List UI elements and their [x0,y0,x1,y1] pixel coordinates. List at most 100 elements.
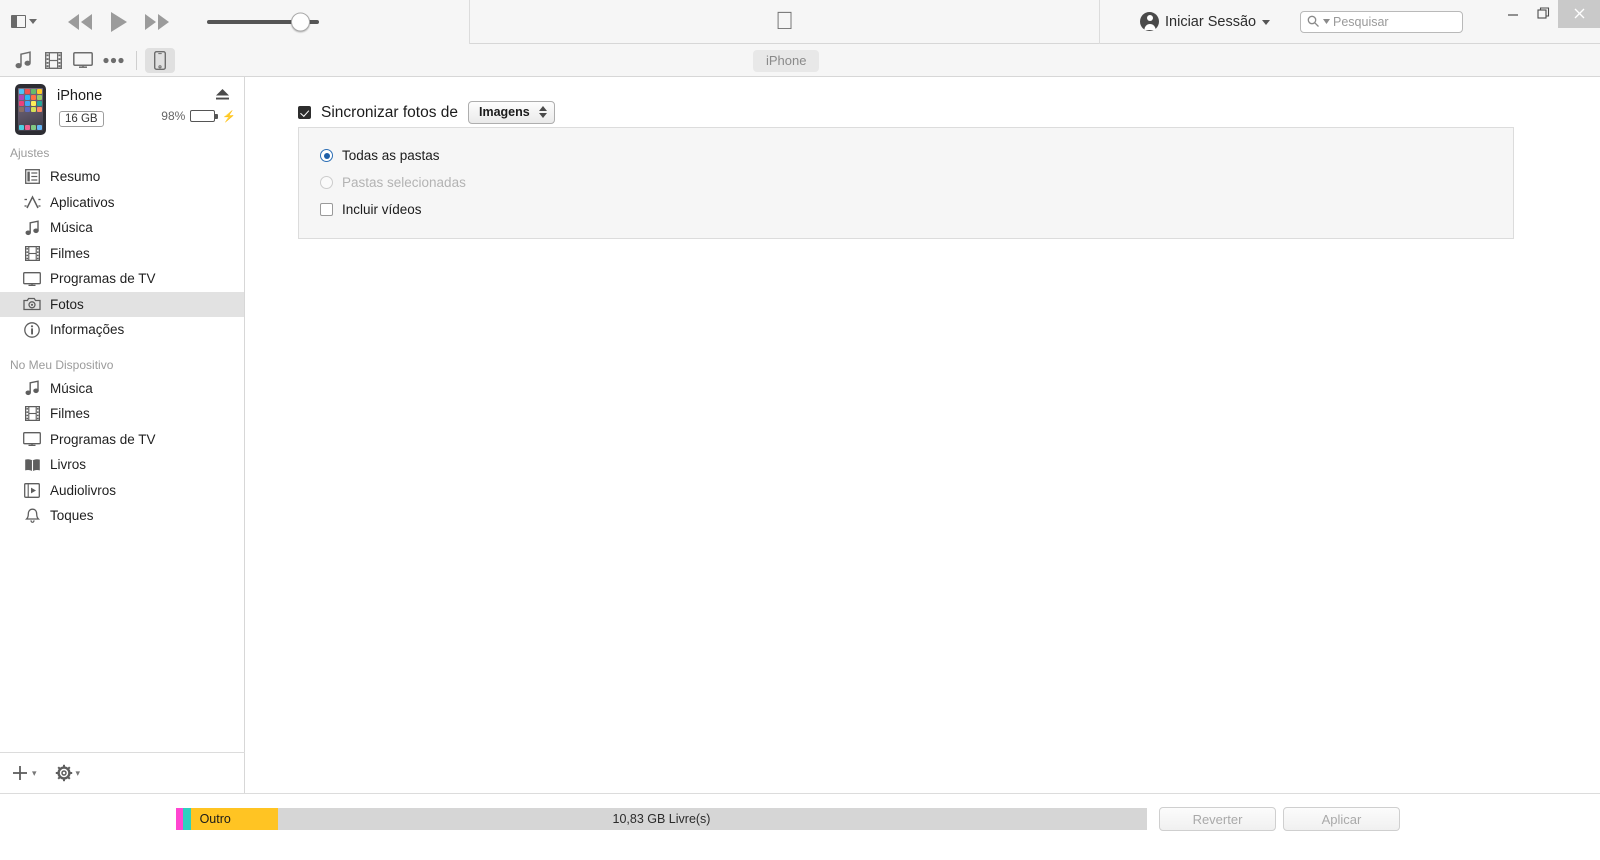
sync-photos-label: Sincronizar fotos de [321,103,458,121]
sidebar-group-ajustes: Ajustes Resumo Aplicativos Música Filmes… [0,139,244,343]
film-icon [23,406,41,422]
sidebar-toggle-glyph [11,15,26,28]
capacity-segment-photos[interactable] [176,808,184,830]
sidebar-item-filmes-ajustes[interactable]: Filmes [0,241,244,267]
tv-icon[interactable] [68,48,98,73]
transport-controls [67,11,170,32]
battery-icon [190,110,218,122]
capacity-segment-other[interactable]: Outro [190,808,278,830]
sidebar-item-resumo[interactable]: Resumo [0,164,244,190]
chevron-down-icon: ▾ [75,767,81,778]
media-nav-bar: iPhone [0,44,1600,77]
option-todas-as-pastas[interactable]: Todas as pastas [299,142,1513,169]
sidebar-item-label: Aplicativos [50,194,115,210]
sidebar-toggle-icon[interactable] [8,13,40,30]
sidebar-item-informacoes[interactable]: Informações [0,317,244,343]
camera-icon [23,297,41,311]
sidebar-item-label: Filmes [50,245,90,261]
sidebar-item-label: Toques [50,508,94,524]
chevron-down-icon: ▾ [32,767,37,778]
revert-button[interactable]: Reverter [1159,807,1276,831]
close-button[interactable] [1558,0,1600,28]
device-tab-iphone[interactable]: iPhone [753,50,820,72]
volume-slider[interactable] [207,11,367,33]
iphone-device-icon[interactable] [145,47,175,73]
device-home-screen [18,88,43,131]
bell-icon [23,508,41,524]
option-incluir-videos[interactable]: Incluir vídeos [299,196,1513,223]
film-icon [23,245,41,261]
sync-photos-row: Sincronizar fotos de Imagens [298,101,555,124]
music-note-icon [23,220,41,236]
apply-button[interactable]: Aplicar [1283,807,1400,831]
sidebar-item-label: Música [50,380,93,396]
sidebar-item-label: Filmes [50,406,90,422]
tv-monitor-icon [23,271,41,286]
device-header: iPhone 16 GB 98% ⚡ [0,77,244,139]
volume-knob[interactable] [291,12,310,31]
device-name: iPhone [57,88,103,104]
sync-options-panel: Todas as pastas Pastas selecionadas Incl… [298,127,1514,239]
search-input[interactable]: Pesquisar [1300,10,1463,33]
sidebar-item-label: Informações [50,322,125,338]
free-space-label: 10,83 GB Livre(s) [612,812,711,826]
music-note-icon [23,380,41,396]
sidebar-group-no-meu-dispositivo: No Meu Dispositivo Música Filmes Program… [0,351,244,529]
title-bar-center:  [470,0,1100,44]
music-icon[interactable] [8,48,38,73]
window-controls [1498,0,1600,28]
minimize-button[interactable] [1498,0,1528,28]
itunes-window:  Iniciar Sessão Pesquisar [0,0,1600,860]
media-type-buttons [8,47,175,73]
option-label: Todas as pastas [342,148,440,163]
tv-monitor-icon [23,432,41,447]
sidebar-item-programas-tv-device[interactable]: Programas de TV [0,427,244,453]
sidebar-item-programas-tv-ajustes[interactable]: Programas de TV [0,266,244,292]
books-icon [23,458,41,472]
sidebar-item-toques[interactable]: Toques [0,503,244,529]
chevron-down-icon [1262,20,1271,25]
sidebar-item-audiolivros[interactable]: Audiolivros [0,478,244,504]
info-circle-icon [23,321,41,338]
capacity-bar: Outro 10,83 GB Livre(s) [176,808,1147,830]
sidebar-item-label: Livros [50,457,87,473]
eject-icon[interactable] [215,88,230,106]
main-content: Sincronizar fotos de Imagens Todas as pa… [246,77,1600,793]
photo-source-dropdown[interactable]: Imagens [468,101,555,124]
sidebar-item-fotos[interactable]: Fotos [0,291,244,317]
sign-in-button[interactable]: Iniciar Sessão [1140,12,1271,31]
rewind-icon[interactable] [67,13,93,30]
sidebar-item-musica-device[interactable]: Música [0,376,244,402]
sidebar-item-label: Resumo [50,169,101,185]
checkbox-include-videos[interactable] [320,203,333,216]
audiobook-icon [23,482,41,498]
sidebar-item-aplicativos[interactable]: Aplicativos [0,190,244,216]
sync-photos-checkbox[interactable] [298,106,311,119]
sidebar-item-filmes-device[interactable]: Filmes [0,401,244,427]
sidebar-item-label: Fotos [50,296,84,312]
plus-icon[interactable]: ▾ [11,764,37,782]
divider [136,50,137,70]
device-thumbnail [15,84,46,135]
capacity-segment-apps[interactable] [183,808,191,830]
restore-button[interactable] [1528,0,1558,28]
title-bar:  Iniciar Sessão Pesquisar [0,0,1600,44]
battery-indicator: 98% ⚡ [161,109,236,123]
radio-selected-folders [320,176,333,189]
sidebar-item-livros[interactable]: Livros [0,452,244,478]
photo-source-value: Imagens [479,105,530,119]
sidebar-item-label: Programas de TV [50,431,156,447]
sign-in-label: Iniciar Sessão [1165,13,1257,30]
device-capacity-badge: 16 GB [59,111,104,127]
fast-forward-icon[interactable] [144,13,170,30]
search-placeholder: Pesquisar [1333,14,1389,29]
charging-bolt-icon: ⚡ [222,110,236,123]
sidebar-item-musica-ajustes[interactable]: Música [0,215,244,241]
apps-icon [23,195,41,210]
gear-icon[interactable]: ▾ [55,764,81,782]
sidebar-item-label: Audiolivros [50,482,117,498]
more-icon[interactable] [98,48,128,73]
radio-all-folders[interactable] [320,149,333,162]
play-icon[interactable] [110,11,127,32]
movies-icon[interactable] [38,48,68,73]
